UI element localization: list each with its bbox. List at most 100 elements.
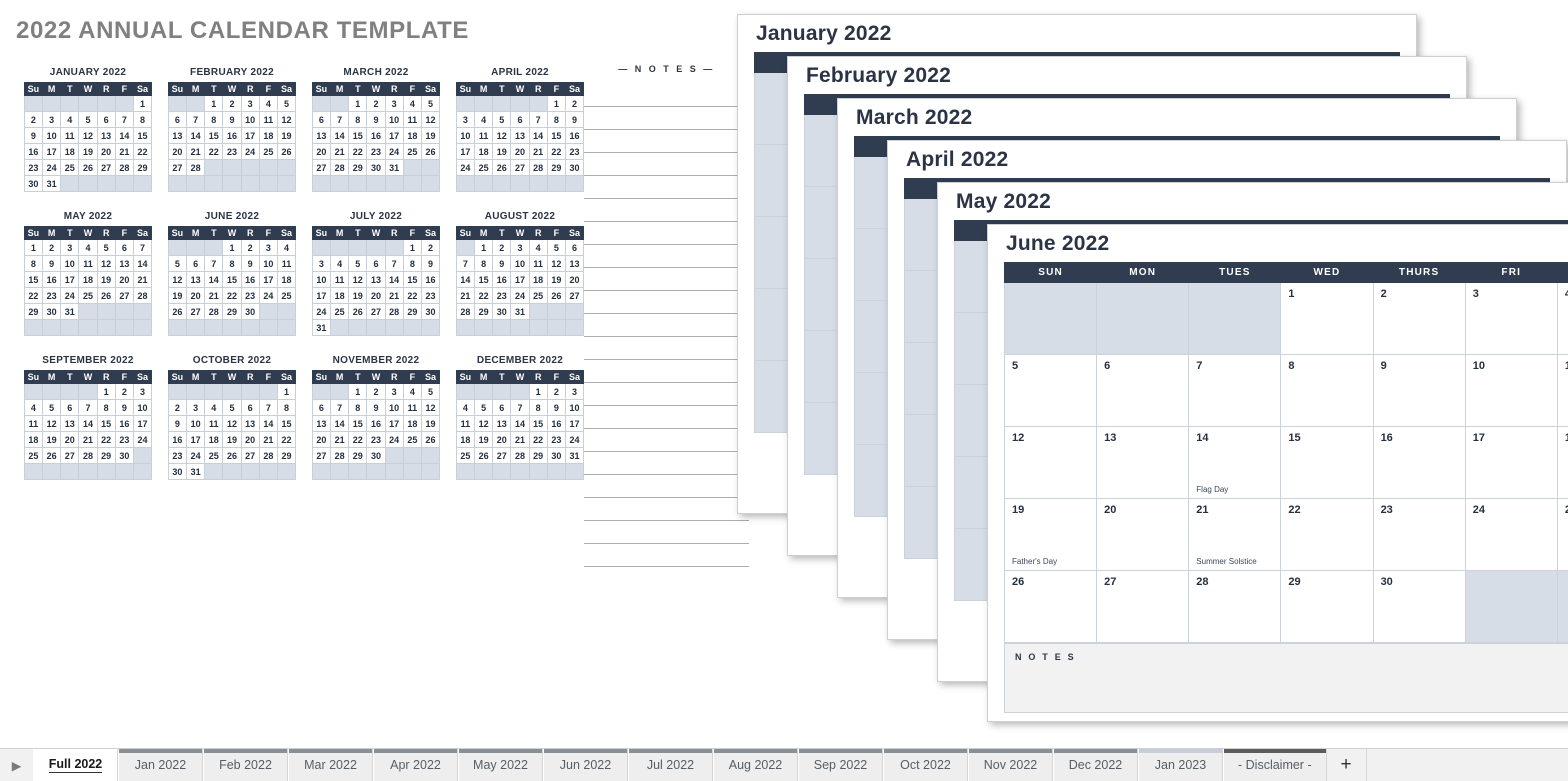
mini-day-cell[interactable]: 23	[23, 159, 44, 176]
mini-day-cell[interactable]: 29	[474, 303, 494, 320]
sheet-tab-sep-2022[interactable]: Sep 2022	[798, 749, 883, 781]
mini-day-cell-empty[interactable]	[186, 95, 206, 112]
mini-day-cell[interactable]: 18	[474, 143, 494, 160]
mini-day-cell[interactable]: 16	[42, 271, 62, 288]
mini-day-cell[interactable]: 28	[78, 447, 98, 464]
mini-day-cell-empty[interactable]	[222, 319, 242, 336]
mini-day-cell[interactable]: 16	[114, 415, 134, 432]
mini-day-cell[interactable]: 5	[474, 399, 494, 416]
mini-day-cell[interactable]: 22	[204, 143, 224, 160]
mini-day-cell[interactable]: 4	[402, 383, 422, 400]
mini-day-cell[interactable]: 27	[564, 287, 585, 304]
mini-day-cell[interactable]: 23	[42, 287, 62, 304]
mini-day-cell-empty[interactable]	[311, 463, 332, 480]
mini-day-cell[interactable]: 28	[114, 159, 134, 176]
notes-line[interactable]	[584, 245, 749, 268]
mini-day-cell-empty[interactable]	[510, 95, 530, 112]
mini-day-cell[interactable]: 10	[132, 399, 153, 416]
mini-day-cell[interactable]: 31	[311, 319, 332, 336]
mini-day-cell[interactable]: 26	[420, 143, 441, 160]
mini-day-cell[interactable]: 11	[402, 399, 422, 416]
mini-day-cell-empty[interactable]	[366, 319, 386, 336]
month-day-cell[interactable]: 10	[1464, 354, 1558, 427]
mini-day-cell-empty[interactable]	[167, 239, 188, 256]
mini-day-cell[interactable]: 22	[528, 431, 548, 448]
mini-day-cell[interactable]: 27	[510, 159, 530, 176]
mini-day-cell[interactable]: 30	[366, 447, 386, 464]
mini-day-cell[interactable]: 30	[492, 303, 512, 320]
mini-day-cell-empty[interactable]	[60, 463, 80, 480]
notes-line[interactable]	[584, 429, 749, 452]
notes-line[interactable]	[584, 222, 749, 245]
mini-day-cell-empty[interactable]	[528, 303, 548, 320]
mini-day-cell[interactable]: 2	[23, 111, 44, 128]
mini-day-cell-empty[interactable]	[204, 159, 224, 176]
mini-day-cell[interactable]: 28	[455, 303, 476, 320]
mini-day-cell[interactable]: 24	[60, 287, 80, 304]
mini-day-cell[interactable]: 7	[78, 399, 98, 416]
mini-day-cell[interactable]: 6	[564, 239, 585, 256]
mini-day-cell[interactable]: 15	[204, 127, 224, 144]
mini-day-cell-empty[interactable]	[240, 159, 260, 176]
mini-day-cell[interactable]: 26	[276, 143, 297, 160]
mini-day-cell[interactable]: 27	[167, 159, 188, 176]
mini-day-cell-empty[interactable]	[78, 175, 98, 192]
sheet-tab-feb-2022[interactable]: Feb 2022	[203, 749, 288, 781]
mini-day-cell-empty[interactable]	[240, 463, 260, 480]
mini-day-cell[interactable]: 30	[546, 447, 566, 464]
mini-day-cell[interactable]: 28	[510, 447, 530, 464]
mini-day-cell[interactable]: 4	[455, 399, 476, 416]
mini-day-cell[interactable]: 3	[132, 383, 153, 400]
mini-day-cell-empty[interactable]	[384, 319, 404, 336]
mini-day-cell[interactable]: 28	[330, 447, 350, 464]
notes-line[interactable]	[584, 314, 749, 337]
mini-day-cell[interactable]: 20	[186, 287, 206, 304]
mini-day-cell[interactable]: 2	[114, 383, 134, 400]
mini-day-cell[interactable]: 10	[510, 255, 530, 272]
mini-day-cell[interactable]: 6	[366, 255, 386, 272]
mini-day-cell[interactable]: 17	[240, 127, 260, 144]
mini-day-cell[interactable]: 15	[402, 271, 422, 288]
mini-day-cell[interactable]: 3	[60, 239, 80, 256]
mini-day-cell[interactable]: 12	[78, 127, 98, 144]
mini-calendar-table[interactable]: Su M T W R F Sa 1 2 3 4 5 6 7 8 9 10 11 12 13 14 15 16 17 18 19 20…	[23, 370, 153, 480]
month-day-cell[interactable]: 23	[1372, 498, 1466, 571]
mini-day-cell[interactable]: 17	[384, 415, 404, 432]
mini-day-cell[interactable]: 19	[167, 287, 188, 304]
mini-day-cell-empty[interactable]	[492, 319, 512, 336]
month-day-cell[interactable]: 8	[1280, 354, 1374, 427]
mini-day-cell-empty[interactable]	[222, 175, 242, 192]
mini-day-cell-empty[interactable]	[186, 319, 206, 336]
mini-day-cell[interactable]: 21	[114, 143, 134, 160]
mini-day-cell[interactable]: 28	[186, 159, 206, 176]
mini-day-cell-empty[interactable]	[186, 175, 206, 192]
mini-day-cell[interactable]: 25	[60, 159, 80, 176]
mini-day-cell[interactable]: 25	[204, 447, 224, 464]
mini-day-cell[interactable]: 23	[420, 287, 441, 304]
sheet-tab-dec-2022[interactable]: Dec 2022	[1053, 749, 1138, 781]
mini-day-cell[interactable]: 31	[60, 303, 80, 320]
mini-day-cell[interactable]: 23	[167, 447, 188, 464]
mini-day-cell[interactable]: 29	[96, 447, 116, 464]
mini-day-cell[interactable]: 4	[276, 239, 297, 256]
mini-day-cell-empty[interactable]	[311, 95, 332, 112]
mini-day-cell[interactable]: 18	[528, 271, 548, 288]
mini-day-cell[interactable]: 15	[276, 415, 297, 432]
mini-day-cell[interactable]: 20	[240, 431, 260, 448]
mini-day-cell[interactable]: 30	[564, 159, 585, 176]
mini-day-cell-empty[interactable]	[402, 175, 422, 192]
mini-day-cell[interactable]: 9	[167, 415, 188, 432]
mini-day-cell[interactable]: 8	[348, 111, 368, 128]
mini-day-cell-empty[interactable]	[96, 175, 116, 192]
mini-day-cell-empty[interactable]	[78, 319, 98, 336]
mini-day-cell-empty[interactable]	[96, 95, 116, 112]
mini-day-cell[interactable]: 28	[132, 287, 153, 304]
mini-day-cell[interactable]: 25	[455, 447, 476, 464]
mini-day-cell[interactable]: 12	[348, 271, 368, 288]
month-day-cell[interactable]: 9	[1372, 354, 1466, 427]
month-day-cell[interactable]: 19 Father's Day	[1003, 498, 1098, 571]
mini-day-cell[interactable]: 14	[384, 271, 404, 288]
mini-day-cell[interactable]: 6	[510, 111, 530, 128]
mini-day-cell[interactable]: 6	[114, 239, 134, 256]
notes-line[interactable]	[584, 84, 749, 107]
